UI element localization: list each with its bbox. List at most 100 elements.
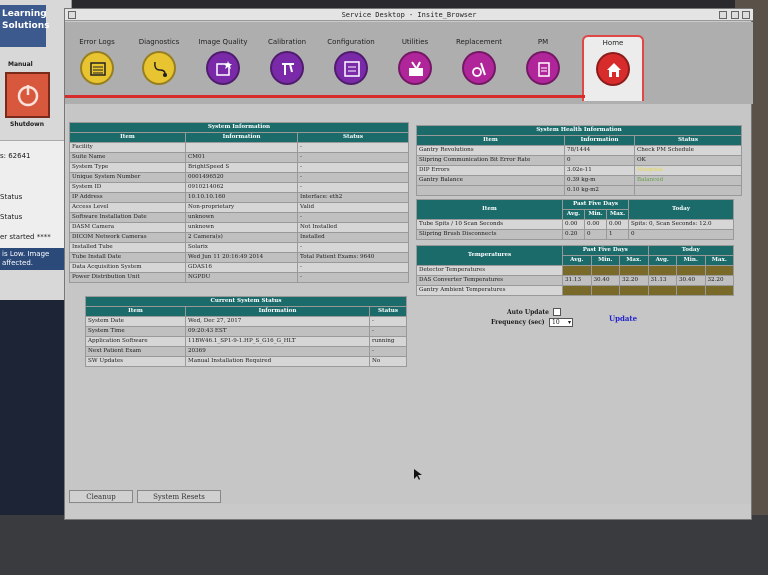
- frequency-label: Frequency (sec): [491, 319, 545, 326]
- cell: 0: [584, 229, 607, 240]
- cell: 78/1444: [564, 145, 635, 156]
- alert-line-1: is Low. Image: [2, 250, 50, 258]
- auto-update-checkbox[interactable]: [553, 308, 561, 316]
- column-header: Today: [628, 199, 734, 220]
- temp-cell: [590, 265, 620, 276]
- cell: Suite Name: [69, 152, 186, 163]
- cell: GDAS16: [185, 262, 298, 273]
- current-system-status-table: Current System Status Item Information S…: [85, 296, 407, 367]
- cell: 0.39 kg-m: [564, 175, 635, 186]
- cell: 0: [628, 229, 734, 240]
- cell: 1: [606, 229, 629, 240]
- cell: Non-proprietary: [185, 202, 298, 213]
- column-header: Temperatures: [416, 245, 563, 266]
- cell: Installed Tube: [69, 242, 186, 253]
- table-title: System Information: [69, 122, 409, 133]
- column-header: Max.: [606, 209, 629, 220]
- temp-cell: 32.20: [704, 275, 734, 286]
- table-row: Next Patient Exam 20369-: [85, 346, 407, 357]
- table-row: Slipring Communication Bit Error Rate 0 OK: [416, 155, 742, 166]
- cell: DASM Camera: [69, 222, 186, 233]
- tab-home[interactable]: Home: [582, 35, 644, 101]
- cell: -: [297, 262, 409, 273]
- temp-cell: 31.13: [647, 275, 677, 286]
- minimize-button[interactable]: [719, 11, 727, 19]
- toolbar-label: Configuration: [327, 38, 375, 46]
- window-menu-button[interactable]: [68, 11, 76, 19]
- table-row: DAS Converter Temperatures 31.13 30.40 3…: [416, 275, 734, 286]
- cell: Manual Installation Required: [185, 356, 370, 367]
- toolbar-calibration[interactable]: Calibration: [255, 38, 319, 98]
- temp-cell: [562, 265, 592, 276]
- close-button[interactable]: [742, 11, 750, 19]
- cell: [416, 185, 565, 196]
- column-header: Max.: [619, 255, 649, 266]
- toolbar-replacement[interactable]: Replacement: [447, 38, 511, 98]
- table-row: Slipring Brush Disconnects 0.20 0 1 0: [416, 229, 734, 240]
- toolbar-utilities[interactable]: Utilities: [383, 38, 447, 98]
- toolbar-configuration[interactable]: Configuration: [319, 38, 383, 98]
- cleanup-button[interactable]: Cleanup: [69, 490, 133, 503]
- service-desktop-window: Service Desktop - Insite_Browser Error L…: [64, 8, 753, 520]
- temp-cell: 30.40: [590, 275, 620, 286]
- stethoscope-icon: [142, 51, 176, 85]
- cell: Slipring Communication Bit Error Rate: [416, 155, 565, 166]
- toolbar-label: Image Quality: [198, 38, 248, 46]
- toolbar-image-quality[interactable]: Image Quality: [191, 38, 255, 98]
- power-icon: [17, 85, 38, 107]
- toolbar-label: Utilities: [401, 38, 429, 46]
- temp-cell: 32.20: [619, 275, 649, 286]
- toolbar-pm[interactable]: PM: [511, 38, 575, 98]
- cell: -: [297, 152, 409, 163]
- cell: Application Software: [85, 336, 186, 347]
- toolbar-divider: [65, 95, 585, 98]
- system-health-table: System Health Information Item Informati…: [416, 125, 742, 196]
- cell: Tube Install Date: [69, 252, 186, 263]
- column-header: Information: [564, 135, 635, 146]
- cell: DAS Converter Temperatures: [416, 275, 563, 286]
- table-title: System Health Information: [416, 125, 742, 136]
- alert-line-2: affected.: [2, 259, 33, 267]
- temp-cell: [590, 285, 620, 296]
- calibration-icon: [270, 51, 304, 85]
- cell: -: [297, 172, 409, 183]
- cell: -: [297, 142, 409, 153]
- cell: Interface: eth2: [297, 192, 409, 203]
- cell: Gantry Balance: [416, 175, 565, 186]
- temp-cell: [676, 285, 706, 296]
- update-link[interactable]: Update: [609, 314, 637, 323]
- cell: [634, 185, 742, 196]
- maximize-button[interactable]: [731, 11, 739, 19]
- system-resets-button[interactable]: System Resets: [137, 490, 221, 503]
- cell: 2 Camera(s): [185, 232, 298, 243]
- table-row: Power Distribution Unit NGPDU -: [69, 272, 409, 283]
- column-header: Status: [369, 306, 407, 317]
- toolbar-diagnostics[interactable]: Diagnostics: [127, 38, 191, 98]
- table-row: Application Software 11BW46.1_SP1-9-1.HP_…: [85, 336, 407, 347]
- cell: System Date: [85, 316, 186, 327]
- temp-cell: [619, 285, 649, 296]
- home-content: System Information Item Information Stat…: [67, 104, 751, 504]
- temp-cell: [704, 265, 734, 276]
- frequency-select[interactable]: 10 ▾: [549, 318, 573, 327]
- cell: Next Patient Exam: [85, 346, 186, 357]
- mouse-cursor-icon: [414, 469, 422, 480]
- table-row: Software Installation Date unknown -: [69, 212, 409, 223]
- column-header: Min.: [590, 255, 620, 266]
- column-header: Avg.: [562, 209, 585, 220]
- shutdown-button[interactable]: [5, 72, 50, 118]
- cell: NGPDU: [185, 272, 298, 283]
- main-toolbar: Error Logs Diagnostics Image Quality Cal…: [65, 22, 753, 104]
- toolbar-error-logs[interactable]: Error Logs: [65, 38, 129, 98]
- cell: 10.10.10.160: [185, 192, 298, 203]
- cell: -: [297, 242, 409, 253]
- cell: Check PM Schedule: [634, 145, 742, 156]
- column-header: Information: [185, 132, 298, 143]
- cell: 3.02e-11: [564, 165, 635, 176]
- column-header: Item: [416, 135, 565, 146]
- frequency-value: 10: [552, 319, 560, 326]
- cell: Slipring Brush Disconnects: [416, 229, 563, 240]
- column-header: Past Five Days: [562, 245, 649, 256]
- cell: Installed: [297, 232, 409, 243]
- learning-solutions-logo: Learning Solutions: [0, 5, 50, 47]
